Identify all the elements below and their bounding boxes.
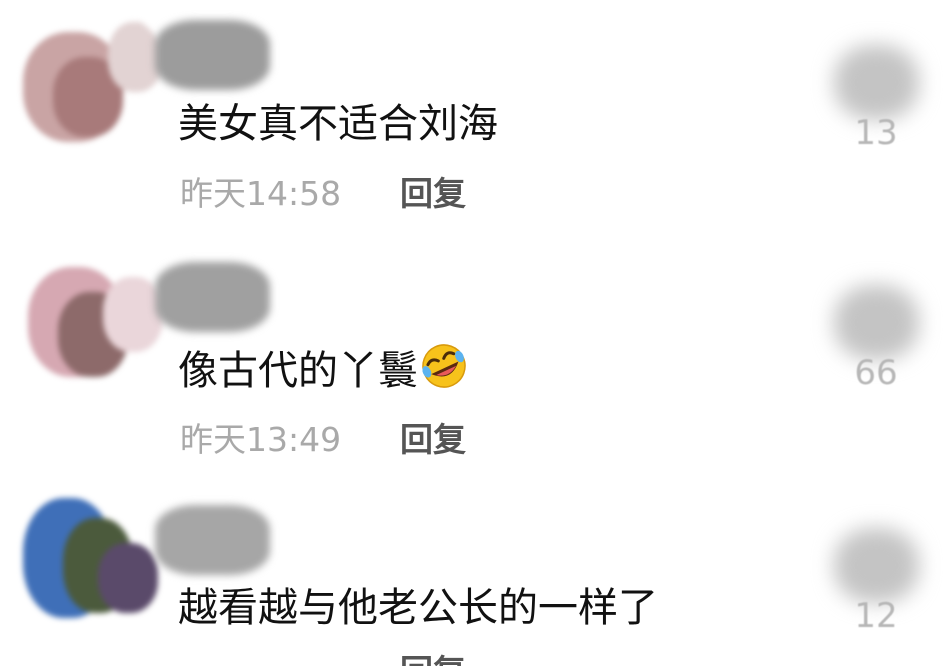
user-avatar[interactable] bbox=[18, 488, 166, 628]
thumb-up-icon bbox=[834, 528, 919, 603]
reply-button[interactable]: 回复 bbox=[400, 174, 466, 214]
comment-meta: 昨天13:49 回复 bbox=[180, 420, 466, 460]
username-blurred[interactable] bbox=[155, 262, 270, 332]
reply-button[interactable]: 回复 bbox=[400, 420, 466, 460]
reply-button[interactable]: 回复 bbox=[400, 652, 466, 666]
user-avatar[interactable] bbox=[18, 12, 166, 152]
like-count: 66 bbox=[854, 353, 898, 393]
comment-text: 美女真不适合刘海 bbox=[178, 101, 498, 147]
like-count: 13 bbox=[854, 113, 898, 153]
user-avatar[interactable] bbox=[18, 252, 166, 392]
like-button[interactable]: 12 bbox=[826, 528, 926, 638]
comment-feed: 美女真不适合刘海 昨天14:58 回复 13 像古代的丫鬟 昨天13:49 回复… bbox=[0, 0, 944, 666]
comment-time: 昨天14:58 bbox=[180, 174, 342, 213]
username-blurred[interactable] bbox=[155, 20, 270, 90]
thumb-up-icon bbox=[834, 45, 919, 120]
rolling-on-floor-laughing-emoji-icon bbox=[422, 344, 466, 388]
thumb-up-icon bbox=[834, 285, 919, 360]
comment-meta: 昨天14:58 回复 bbox=[180, 174, 466, 214]
comment-time: 昨天13:49 bbox=[180, 420, 342, 459]
username-blurred[interactable] bbox=[155, 505, 270, 575]
like-button[interactable]: 66 bbox=[826, 285, 926, 395]
like-count: 12 bbox=[854, 596, 898, 636]
comment-text: 像古代的丫鬟 bbox=[178, 342, 470, 395]
comment-text: 越看越与他老公长的一样了 bbox=[178, 585, 658, 631]
like-button[interactable]: 13 bbox=[826, 45, 926, 155]
comment-text-content: 像古代的丫鬟 bbox=[178, 348, 418, 394]
